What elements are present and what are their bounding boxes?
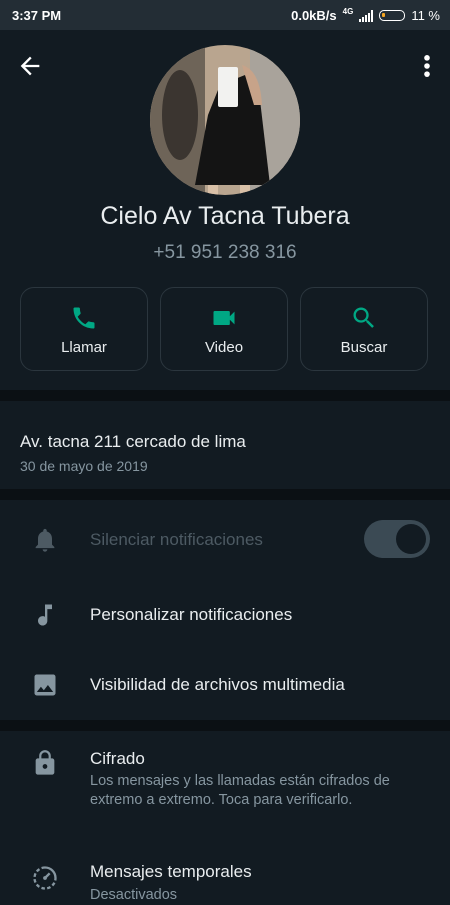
- music-note-icon: [38, 604, 52, 626]
- encryption-row[interactable]: Cifrado Los mensajes y las llamadas está…: [0, 731, 450, 836]
- media-visibility-row[interactable]: Visibilidad de archivos multimedia: [0, 650, 450, 720]
- contact-header: Cielo Av Tacna Tubera +51 951 238 316 Ll…: [0, 30, 450, 390]
- video-button[interactable]: Video: [160, 287, 288, 371]
- video-label: Video: [204, 339, 244, 356]
- disappearing-messages-label: Mensajes temporales: [90, 862, 252, 881]
- battery-level: 11 %: [411, 8, 440, 23]
- media-visibility-label: Visibilidad de archivos multimedia: [90, 675, 345, 694]
- mute-label: Silenciar notificaciones: [90, 530, 263, 549]
- bell-icon: [35, 528, 55, 552]
- about-section[interactable]: Av. tacna 211 cercado de lima 30 de mayo…: [0, 401, 450, 489]
- encryption-description: Los mensajes y las llamadas están cifrad…: [90, 773, 390, 808]
- image-icon: [34, 674, 56, 696]
- mute-toggle[interactable]: [364, 520, 430, 558]
- battery-icon: [379, 10, 406, 21]
- lock-icon: [35, 750, 55, 775]
- section-divider: [0, 489, 450, 500]
- search-button[interactable]: Buscar: [300, 287, 428, 371]
- network-type: 4G: [342, 7, 354, 16]
- profile-photo: [150, 45, 300, 195]
- call-button[interactable]: Llamar: [20, 287, 148, 371]
- more-options-icon[interactable]: [422, 52, 432, 80]
- status-bar: 3:37 PM 0.0kB/s 4G 11 %: [0, 0, 450, 30]
- status-indicators: 0.0kB/s 4G 11 %: [291, 7, 440, 24]
- back-arrow-icon[interactable]: [16, 52, 44, 80]
- search-icon: [353, 307, 374, 328]
- contact-avatar[interactable]: [150, 45, 300, 195]
- phone-icon: [73, 307, 95, 329]
- section-divider: [0, 720, 450, 731]
- custom-notifications-row[interactable]: Personalizar notificaciones: [0, 580, 450, 650]
- status-time: 3:37 PM: [12, 8, 62, 23]
- network-speed: 0.0kB/s: [291, 8, 337, 23]
- about-text: Av. tacna 211 cercado de lima: [20, 432, 246, 451]
- disappearing-messages-value: Desactivados: [90, 887, 178, 903]
- search-label: Buscar: [340, 339, 388, 356]
- custom-notifications-label: Personalizar notificaciones: [90, 605, 293, 624]
- contact-phone: +51 951 238 316: [153, 242, 297, 263]
- disappearing-messages-row[interactable]: Mensajes temporales Desactivados: [0, 836, 450, 903]
- signal-icon: [359, 9, 374, 22]
- timer-icon: [33, 866, 57, 890]
- mute-notifications-row[interactable]: Silenciar notificaciones: [0, 500, 450, 580]
- call-label: Llamar: [61, 339, 107, 356]
- section-divider: [0, 390, 450, 401]
- about-date: 30 de mayo de 2019: [20, 458, 148, 474]
- encryption-label: Cifrado: [90, 749, 145, 768]
- videocam-icon: [213, 311, 235, 325]
- contact-name: Cielo Av Tacna Tubera: [100, 202, 350, 230]
